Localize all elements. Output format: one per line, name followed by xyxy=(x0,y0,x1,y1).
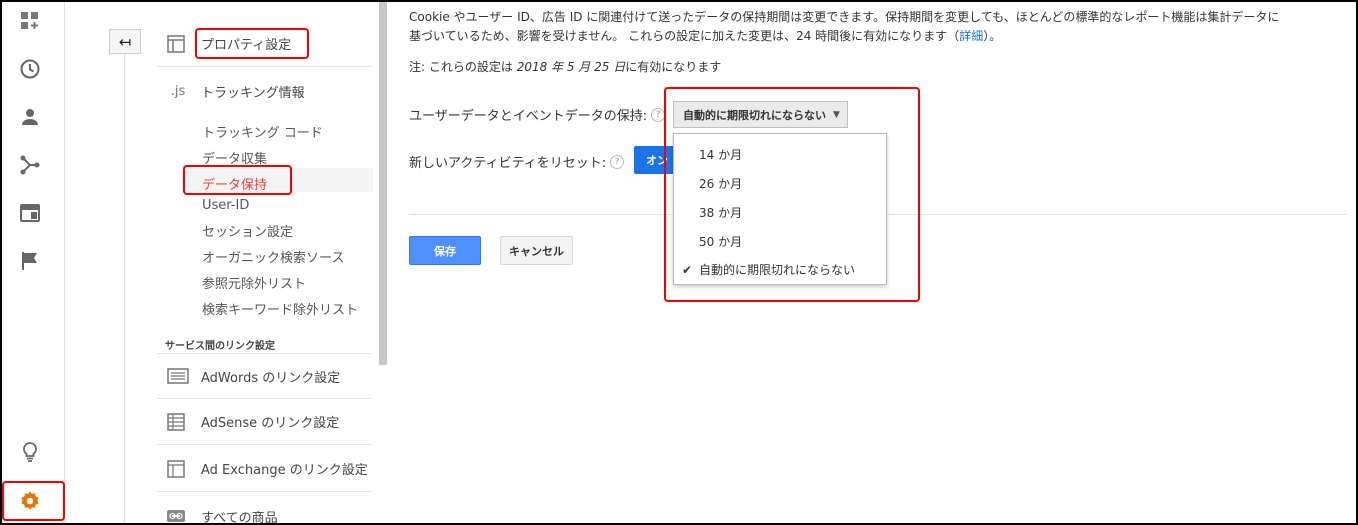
option-26-months[interactable]: 26 か月 xyxy=(674,169,886,198)
option-label: 38 か月 xyxy=(699,206,743,220)
data-retention-highlight xyxy=(183,165,292,195)
reset-label: 新しいアクティビティをリセット: xyxy=(409,156,607,171)
retention-label: ユーザーデータとイベントデータの保持: xyxy=(409,109,648,124)
option-label: 自動的に期限切れにならない xyxy=(699,263,856,277)
adsense-icon xyxy=(167,412,189,431)
tree-line xyxy=(124,54,125,523)
clock-icon[interactable] xyxy=(19,58,41,80)
sidebar-item-all-products[interactable]: すべての商品 xyxy=(157,493,373,525)
description-line-1: Cookie やユーザー ID、広告 ID に関連付けて送ったデータの保持期間は… xyxy=(409,10,1280,24)
retention-row: ユーザーデータとイベントデータの保持: ? xyxy=(409,105,666,124)
left-rail xyxy=(2,2,65,523)
option-label: 50 か月 xyxy=(699,235,743,249)
note-date: 2018 年 5 月 25 日 xyxy=(516,60,626,74)
product-linking-heading: サービス間のリンク設定 xyxy=(165,341,275,352)
note-prefix: 注: これらの設定は xyxy=(409,60,517,74)
checkmark-icon: ✔ xyxy=(682,262,693,277)
property-settings-highlight xyxy=(195,28,309,59)
bulb-icon[interactable] xyxy=(19,441,41,463)
sidebar-item-referral-exclusion[interactable]: 参照元除外リスト xyxy=(202,273,306,292)
option-label: 14 か月 xyxy=(699,148,743,162)
option-never-expire[interactable]: ✔ 自動的に期限切れにならない xyxy=(674,255,886,284)
adwords-icon xyxy=(167,368,189,384)
adexchange-icon xyxy=(167,459,189,478)
description-end: ）。 xyxy=(983,29,1002,43)
option-label: 26 か月 xyxy=(699,177,743,191)
retention-description: Cookie やユーザー ID、広告 ID に関連付けて送ったデータの保持期間は… xyxy=(409,8,1349,46)
sidebar-item-adsense-linking[interactable]: AdSense のリンク設定 xyxy=(157,399,373,445)
app-frame: ↤ プロパティ設定 .js トラッキング情報 トラッキング コード データ収集 … xyxy=(0,0,1358,525)
js-icon: .js xyxy=(170,83,186,99)
reset-help-icon[interactable]: ? xyxy=(610,154,625,169)
sidebar-item-session-settings[interactable]: セッション設定 xyxy=(202,221,293,240)
link-icon xyxy=(167,510,189,522)
retention-dropdown-menu: 14 か月 26 か月 38 か月 50 か月 ✔ 自動的に期限切れにならない xyxy=(673,133,887,285)
option-38-months[interactable]: 38 か月 xyxy=(674,198,886,227)
option-14-months[interactable]: 14 か月 xyxy=(674,140,886,169)
adwords-linking-label: AdWords のリンク設定 xyxy=(201,370,341,386)
sidebar-item-tracking-code[interactable]: トラッキング コード xyxy=(202,122,323,141)
reset-row: 新しいアクティビティをリセット: ? xyxy=(409,152,625,171)
sidebar-scrollbar[interactable] xyxy=(379,2,387,365)
note-suffix: に有効になります xyxy=(625,60,722,74)
sidebar-item-search-term-exclusion[interactable]: 検索キーワード除外リスト xyxy=(202,299,358,318)
save-button[interactable]: 保存 xyxy=(409,236,481,265)
sidebar-item-tracking-info[interactable]: .js トラッキング情報 xyxy=(157,68,373,114)
back-button[interactable]: ↤ xyxy=(109,29,141,54)
adexchange-linking-label: Ad Exchange のリンク設定 xyxy=(201,463,368,478)
all-products-label: すべての商品 xyxy=(201,510,278,525)
sidebar-item-adwords-linking[interactable]: AdWords のリンク設定 xyxy=(157,353,373,399)
option-50-months[interactable]: 50 か月 xyxy=(674,227,886,256)
sidebar-item-adexchange-linking[interactable]: Ad Exchange のリンク設定 xyxy=(157,446,373,492)
fork-icon[interactable] xyxy=(19,154,41,176)
layout-icon xyxy=(167,34,189,53)
sidebar-item-organic-search[interactable]: オーガニック検索ソース xyxy=(202,247,344,266)
adsense-linking-label: AdSense のリンク設定 xyxy=(201,416,340,431)
details-link[interactable]: 詳細 xyxy=(959,29,983,43)
effective-date-note: 注: これらの設定は 2018 年 5 月 25 日に有効になります xyxy=(409,58,721,75)
sidebar-item-user-id[interactable]: User-ID xyxy=(202,198,249,213)
flag-icon[interactable] xyxy=(19,250,41,272)
gear-icon[interactable] xyxy=(19,490,41,512)
description-line-2: 基づいているため、影響を受けません。 これらの設定に加えた変更は、24 時間後に… xyxy=(409,29,960,43)
dashboard-icon[interactable] xyxy=(19,10,41,32)
cancel-button[interactable]: キャンセル xyxy=(500,236,573,265)
tracking-info-label: トラッキング情報 xyxy=(201,85,305,101)
person-icon[interactable] xyxy=(19,106,41,128)
window-icon[interactable] xyxy=(19,202,41,224)
